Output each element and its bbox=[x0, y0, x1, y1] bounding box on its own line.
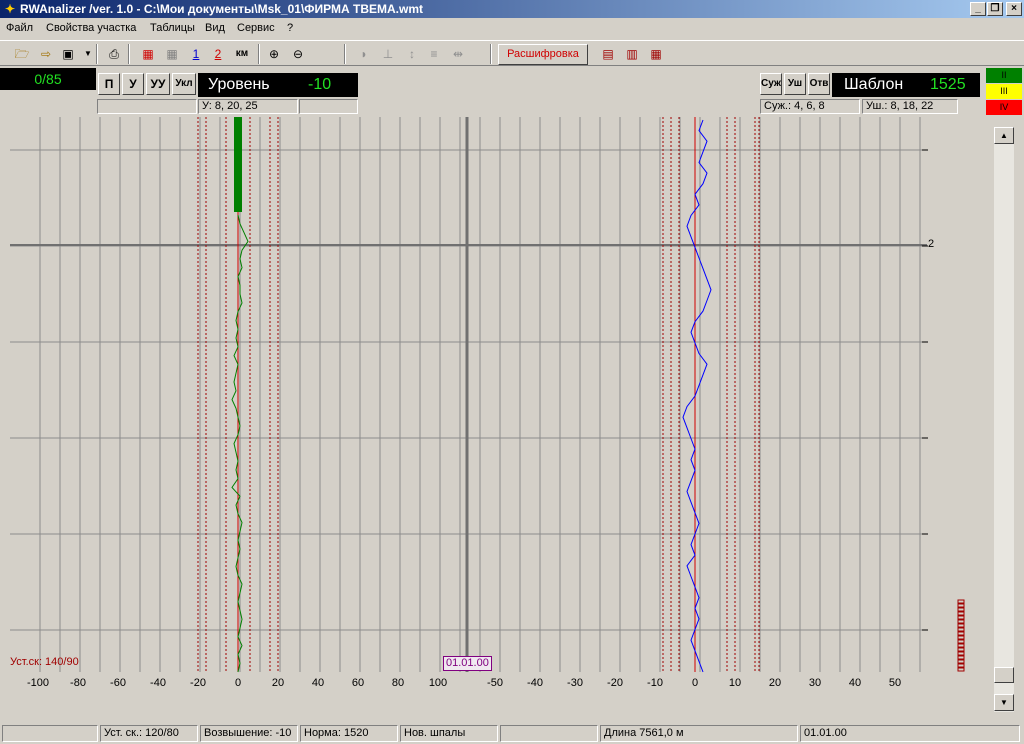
speed-limit-mark bbox=[957, 611, 965, 616]
speed-limit-mark bbox=[957, 651, 965, 656]
left-tick-label: 80 bbox=[392, 677, 404, 689]
scroll-up-arrow-icon[interactable]: ▲ bbox=[994, 127, 1014, 144]
right-tick-label: -10 bbox=[647, 677, 663, 689]
status-bar: Уст. ск.: 120/80 Возвышение: -10 Норма: … bbox=[0, 723, 1024, 744]
status-speed: Уст. ск.: 120/80 bbox=[100, 725, 198, 742]
left-tick-label: -80 bbox=[70, 677, 86, 689]
date-marker: 01.01.00 bbox=[443, 656, 492, 671]
left-tick-label: 100 bbox=[429, 677, 447, 689]
gauge-series-line bbox=[682, 119, 712, 673]
left-tick-label: 20 bbox=[272, 677, 284, 689]
right-tick-label: -20 bbox=[607, 677, 623, 689]
speed-limit-mark bbox=[957, 619, 965, 624]
speed-limit-mark bbox=[957, 607, 965, 612]
speed-limit-mark bbox=[957, 623, 965, 628]
speed-limit-mark bbox=[957, 615, 965, 620]
left-tick-label: 0 bbox=[235, 677, 241, 689]
set-speed-label: Уст.ск: 140/90 bbox=[10, 656, 79, 668]
speed-limit-mark bbox=[957, 659, 965, 664]
speed-limit-mark bbox=[957, 635, 965, 640]
speed-limit-mark bbox=[957, 631, 965, 636]
speed-limit-mark bbox=[957, 655, 965, 660]
status-sleepers: Нов. шпалы bbox=[400, 725, 498, 742]
level-fault-marker bbox=[234, 117, 242, 212]
right-tick-label: 10 bbox=[729, 677, 741, 689]
status-elevation: Возвышение: -10 bbox=[200, 725, 298, 742]
scroll-down-arrow-icon[interactable]: ▼ bbox=[994, 694, 1014, 711]
left-tick-label: 60 bbox=[352, 677, 364, 689]
right-tick-label: 40 bbox=[849, 677, 861, 689]
left-tick-label: 40 bbox=[312, 677, 324, 689]
status-empty-2 bbox=[500, 725, 598, 742]
speed-limit-mark bbox=[957, 647, 965, 652]
left-tick-label: -60 bbox=[110, 677, 126, 689]
left-tick-label: -40 bbox=[150, 677, 166, 689]
right-tick-label: 0 bbox=[692, 677, 698, 689]
right-tick-label: -30 bbox=[567, 677, 583, 689]
speed-limit-mark bbox=[957, 663, 965, 668]
right-tick-label: -50 bbox=[487, 677, 503, 689]
scroll-thumb[interactable] bbox=[994, 667, 1014, 683]
speed-limit-mark bbox=[957, 599, 965, 604]
km-marker-label: 2 bbox=[928, 238, 935, 250]
track-chart[interactable]: -100 -80 -60 -40 -20 0 20 40 60 80 100 -50 -40 -30 -20… bbox=[0, 0, 1024, 744]
right-tick-label: -40 bbox=[527, 677, 543, 689]
status-norm: Норма: 1520 bbox=[300, 725, 398, 742]
right-tick-label: 50 bbox=[889, 677, 901, 689]
speed-limit-mark bbox=[957, 627, 965, 632]
speed-limit-mark bbox=[957, 603, 965, 608]
status-empty bbox=[2, 725, 98, 742]
right-tick-label: 20 bbox=[769, 677, 781, 689]
left-tick-label: -20 bbox=[190, 677, 206, 689]
speed-limit-mark bbox=[957, 643, 965, 648]
right-tick-label: 30 bbox=[809, 677, 821, 689]
left-tick-label: -100 bbox=[27, 677, 49, 689]
speed-limit-mark bbox=[957, 667, 965, 672]
vertical-scrollbar[interactable]: ▲ ▼ bbox=[994, 127, 1014, 712]
speed-limit-mark bbox=[957, 639, 965, 644]
status-length: Длина 7561,0 м bbox=[600, 725, 798, 742]
status-date: 01.01.00 bbox=[800, 725, 1020, 742]
